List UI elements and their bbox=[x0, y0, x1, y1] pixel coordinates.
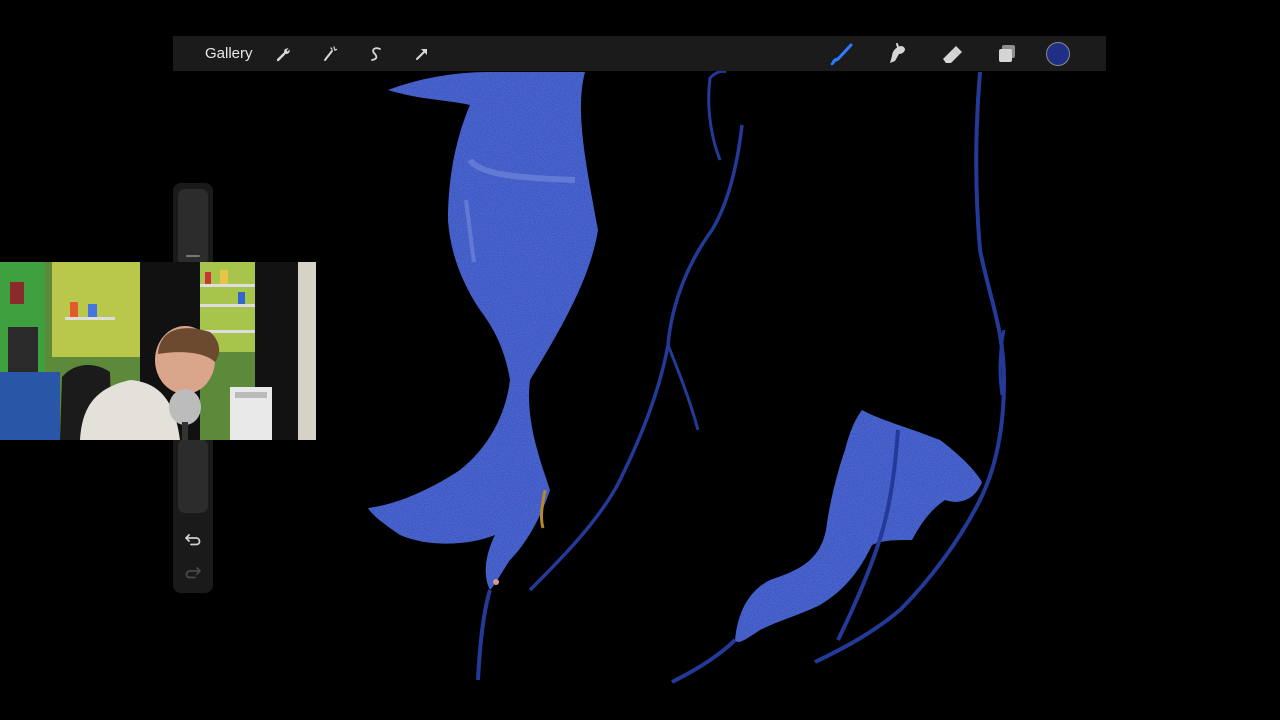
smudge-button[interactable] bbox=[880, 37, 914, 71]
toolbar-left-group: Gallery bbox=[173, 36, 453, 71]
adjustments-button[interactable] bbox=[315, 39, 345, 69]
brush-icon bbox=[830, 43, 853, 65]
undo-button[interactable] bbox=[181, 529, 205, 549]
eraser-icon bbox=[943, 45, 962, 63]
redo-button[interactable] bbox=[181, 562, 205, 582]
strand-line-4 bbox=[666, 344, 700, 431]
magic-wand-icon bbox=[323, 45, 337, 61]
brush-size-slider-thumb[interactable] bbox=[186, 255, 200, 257]
webcam-feed-image bbox=[0, 262, 316, 440]
pink-accent bbox=[493, 579, 499, 585]
color-picker-swatch[interactable] bbox=[1046, 41, 1070, 66]
actions-wrench-button[interactable] bbox=[269, 39, 299, 69]
toolbar-right-group bbox=[804, 36, 1106, 71]
brush-button[interactable] bbox=[825, 37, 859, 71]
procreate-app: Gallery bbox=[0, 0, 1280, 720]
redo-arrow-icon bbox=[185, 567, 201, 579]
blue-paint-stroke-left bbox=[368, 72, 598, 590]
top-toolbar: Gallery bbox=[173, 36, 1106, 71]
strand-line-6 bbox=[671, 638, 737, 684]
eraser-button[interactable] bbox=[935, 37, 969, 71]
layers-icon bbox=[999, 44, 1015, 62]
webcam-overlay bbox=[0, 262, 316, 440]
selection-s-icon bbox=[370, 46, 381, 61]
blue-paint-stroke-right bbox=[735, 410, 982, 642]
strand-line-1 bbox=[476, 589, 492, 681]
opacity-slider[interactable] bbox=[178, 439, 208, 513]
brush-size-slider[interactable] bbox=[178, 189, 208, 265]
layers-button[interactable] bbox=[990, 37, 1024, 71]
wrench-icon bbox=[276, 47, 290, 61]
transform-arrow-icon bbox=[415, 48, 427, 60]
undo-arrow-icon bbox=[185, 534, 201, 546]
selection-button[interactable] bbox=[361, 39, 391, 69]
gallery-button[interactable]: Gallery bbox=[205, 36, 253, 71]
transform-button[interactable] bbox=[407, 39, 437, 69]
smudge-icon bbox=[890, 42, 905, 63]
strand-line-3 bbox=[707, 69, 727, 161]
